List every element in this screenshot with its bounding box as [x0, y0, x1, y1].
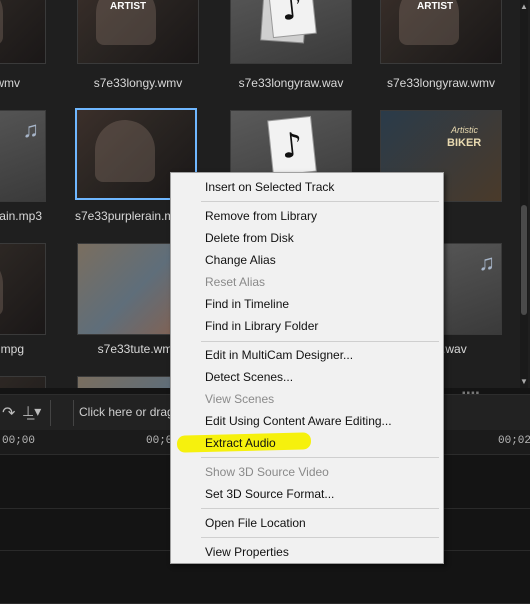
- toolbar-divider: [50, 400, 51, 426]
- menu-item-edit-in-multicam-designer[interactable]: Edit in MultiCam Designer...: [205, 348, 353, 362]
- thumbnail-text: ARTIST: [417, 1, 454, 12]
- media-thumbnail[interactable]: [0, 243, 46, 335]
- menu-separator: [201, 341, 439, 342]
- menu-separator: [201, 201, 439, 202]
- timecode-label: 00;02;: [498, 435, 530, 447]
- media-thumbnail[interactable]: ♪ ♪: [230, 0, 352, 64]
- toolbar-divider: [73, 400, 74, 426]
- media-thumbnail[interactable]: ARTIST: [380, 0, 502, 64]
- menu-item-detect-scenes[interactable]: Detect Scenes...: [205, 370, 293, 384]
- menu-separator: [201, 537, 439, 538]
- media-thumbnail[interactable]: ♫: [0, 110, 46, 202]
- media-thumbnail[interactable]: [0, 0, 46, 64]
- ruler-dropdown-icon[interactable]: ⊥̲̲▾: [22, 403, 41, 420]
- media-label: s7e33longy.wmv: [93, 76, 183, 90]
- thumbnail-text: Artistic: [451, 125, 478, 135]
- media-label: ain.mp3: [0, 209, 42, 223]
- menu-item-open-file-location[interactable]: Open File Location: [205, 516, 306, 530]
- menu-item-extract-audio[interactable]: Extract Audio: [205, 436, 276, 450]
- scrollbar-thumb[interactable]: [521, 205, 527, 315]
- redo-icon[interactable]: ↷: [2, 403, 15, 423]
- menu-item-edit-using-content-aware-editing[interactable]: Edit Using Content Aware Editing...: [205, 414, 392, 428]
- media-thumbnail[interactable]: [0, 376, 46, 388]
- menu-item-delete-from-disk[interactable]: Delete from Disk: [205, 231, 294, 245]
- swirl-icon: ♫: [478, 250, 496, 275]
- menu-item-view-scenes: View Scenes: [205, 392, 275, 406]
- music-note-icon: ♪: [268, 0, 316, 38]
- scroll-down-icon[interactable]: ▼: [520, 377, 528, 386]
- media-label: mpg: [0, 342, 24, 356]
- menu-separator: [201, 457, 439, 458]
- menu-item-view-properties[interactable]: View Properties: [205, 545, 289, 559]
- media-label: s7e33longyraw.wmv: [386, 76, 496, 90]
- menu-item-insert-on-selected-track[interactable]: Insert on Selected Track: [205, 180, 334, 194]
- menu-separator: [201, 508, 439, 509]
- menu-item-change-alias[interactable]: Change Alias: [205, 253, 276, 267]
- menu-item-find-in-timeline[interactable]: Find in Timeline: [205, 297, 289, 311]
- menu-item-show-3d-source-video: Show 3D Source Video: [205, 465, 329, 479]
- menu-item-remove-from-library[interactable]: Remove from Library: [205, 209, 317, 223]
- add-media-hint[interactable]: Click here or drag: [79, 405, 174, 419]
- thumbnail-text: BIKER: [447, 137, 482, 149]
- menu-item-reset-alias: Reset Alias: [205, 275, 266, 289]
- music-note-icon: ♪: [268, 116, 316, 176]
- scroll-up-icon[interactable]: ▲: [520, 2, 528, 11]
- swirl-icon: ♫: [22, 117, 40, 142]
- context-menu: Insert on Selected Track Remove from Lib…: [170, 172, 444, 564]
- media-thumbnail[interactable]: ARTIST: [77, 0, 199, 64]
- timecode-label: 00;00: [2, 435, 36, 447]
- media-label: s7e33longyraw.wav: [238, 76, 344, 90]
- menu-item-set-3d-source-format[interactable]: Set 3D Source Format...: [205, 487, 334, 501]
- thumbnail-text: ARTIST: [110, 1, 147, 12]
- menu-item-find-in-library-folder[interactable]: Find in Library Folder: [205, 319, 318, 333]
- library-scrollbar[interactable]: ▲ ▼: [520, 0, 528, 388]
- media-label: wmv: [0, 76, 20, 90]
